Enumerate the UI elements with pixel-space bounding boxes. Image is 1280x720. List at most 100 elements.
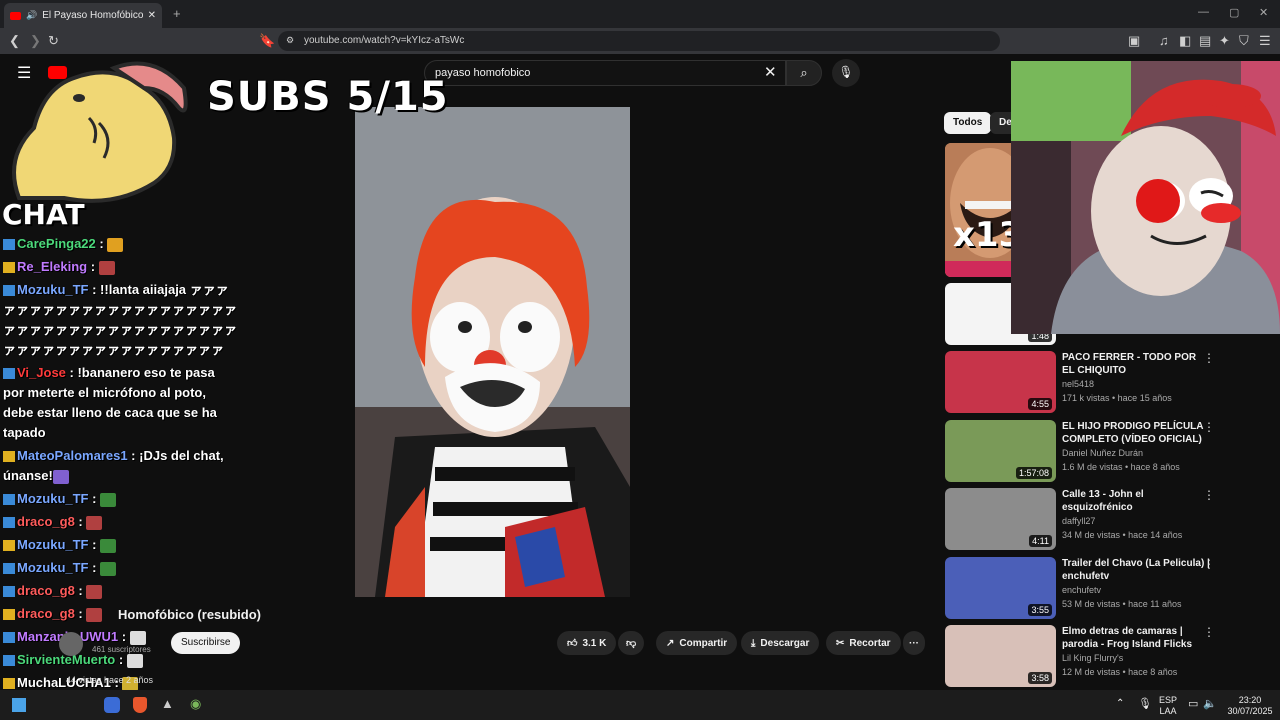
download-icon: ⤓ (751, 637, 756, 649)
sidebar-icon[interactable]: ▣ (1128, 33, 1140, 49)
more-options-icon[interactable]: ⋮ (1203, 625, 1215, 639)
download-button[interactable]: ⤓ Descargar (741, 631, 820, 655)
search-input[interactable]: payaso homofobico ✕ (424, 60, 786, 86)
start-icon[interactable] (12, 698, 26, 712)
recommendation-thumbnail[interactable]: 4:11 (945, 488, 1056, 550)
maximize-button[interactable]: ▢ (1229, 6, 1239, 19)
recommendation-channel[interactable]: daffyll27 (1062, 516, 1095, 526)
recommendation-title[interactable]: Elmo detras de camaras | parodia - Frog … (1062, 625, 1210, 651)
recommendation-thumbnail[interactable]: 3:58 (945, 625, 1056, 687)
chat-username: draco_g8 (17, 606, 75, 621)
chat-username: CarePinga22 (17, 236, 96, 251)
thumbs-up-icon: 👍︎ (567, 638, 578, 649)
mascot-overlay (12, 61, 188, 203)
recommendation-channel[interactable]: nel5418 (1062, 379, 1094, 389)
clock[interactable]: 23:20 30/07/2025 (1224, 695, 1276, 717)
brave-taskbar-icon[interactable] (133, 697, 147, 713)
more-options-icon[interactable]: ⋮ (1203, 557, 1215, 571)
chat-badge-icon (3, 655, 15, 667)
address-bar[interactable]: ⚙ youtube.com/watch?v=kYIcz-aTsWc (278, 31, 1000, 51)
recommendation-channel[interactable]: Lil King Flurry's (1062, 653, 1123, 663)
chat-emote-icon (86, 584, 103, 599)
chat-emote-icon (107, 237, 124, 252)
back-icon[interactable]: ❮ (9, 33, 20, 49)
minimize-button[interactable]: — (1198, 6, 1209, 18)
panel-icon[interactable]: ◧ (1179, 33, 1191, 49)
thumbs-down-icon: 👎︎ (626, 638, 637, 649)
tray-chevron-icon[interactable]: ⌃ (1116, 698, 1124, 709)
recommendation-channel[interactable]: enchufetv (1062, 585, 1101, 595)
recommendation-channel[interactable]: Daniel Nuñez Durán (1062, 448, 1143, 458)
chat-emote-icon (86, 515, 103, 530)
recommendation-thumbnail[interactable]: 1:57:08 (945, 420, 1056, 482)
taskbar-app-icon[interactable] (104, 697, 120, 713)
xbox-icon[interactable]: ◉ (190, 696, 201, 712)
tab-close-icon[interactable]: ✕ (148, 10, 156, 21)
close-window-button[interactable]: ✕ (1259, 6, 1268, 19)
forward-icon[interactable]: ❯ (30, 33, 41, 49)
video-player[interactable] (355, 107, 630, 597)
more-actions-button[interactable]: ··· (903, 631, 925, 655)
subscribe-button[interactable]: Suscribirse (171, 632, 241, 654)
chat-badge-icon (3, 517, 15, 529)
recommendation-item[interactable]: 4:55 PACO FERRER - TODO POR EL CHIQUITO ne… (945, 351, 1275, 415)
chat-badge-icon (3, 632, 15, 644)
tray-mic-icon[interactable]: 🎙 (1138, 697, 1152, 710)
recommendation-meta: 53 M de vistas • hace 11 años (1062, 599, 1182, 609)
more-options-icon[interactable]: ⋮ (1203, 351, 1215, 365)
recommendation-title[interactable]: PACO FERRER - TODO POR EL CHIQUITO (1062, 351, 1210, 377)
leo-icon[interactable]: ✦ (1219, 33, 1230, 49)
network-icon[interactable]: ▭ (1188, 697, 1198, 710)
chat-username: draco_g8 (17, 583, 75, 598)
chat-badge-icon (3, 563, 15, 575)
more-options-icon[interactable]: ⋮ (1203, 488, 1215, 502)
streamer-webcam-image (1011, 61, 1280, 334)
dislike-button[interactable]: 👎︎ (618, 631, 645, 655)
microphone-icon: 🎙 (838, 65, 854, 79)
site-info-icon[interactable]: ⚙ (286, 35, 294, 46)
share-button[interactable]: ↗ Compartir (656, 631, 738, 655)
chat-text: : (74, 514, 87, 529)
clip-button[interactable]: ✂ Recortar (826, 631, 901, 655)
volume-icon[interactable]: 🔈 (1203, 697, 1217, 710)
voice-search-button[interactable]: 🎙 (832, 59, 860, 87)
keyboard-language[interactable]: ESP LAA (1156, 695, 1180, 717)
more-options-icon[interactable]: ⋮ (1203, 420, 1215, 434)
chat-text: : (74, 583, 87, 598)
chip-todos[interactable]: Todos (944, 112, 992, 134)
chat-emote-icon (100, 561, 117, 576)
chat-badge-icon (3, 540, 15, 552)
recommendation-thumbnail[interactable]: 4:55 (945, 351, 1056, 413)
menu-icon[interactable]: ☰ (1259, 33, 1271, 49)
chat-username: MateoPalomares1 (17, 448, 128, 463)
chat-message: Re_Eleking : (0, 257, 240, 277)
recommendation-title[interactable]: Trailer del Chavo (La Pelicula) | enchuf… (1062, 557, 1210, 583)
lang-secondary: LAA (1159, 706, 1177, 716)
clear-search-icon[interactable]: ✕ (764, 63, 777, 81)
duration-badge: 3:58 (1028, 672, 1052, 684)
recommendation-item[interactable]: 3:55 Trailer del Chavo (La Pelicula) | en… (945, 557, 1275, 621)
wallet-icon[interactable]: ▤ (1199, 33, 1211, 49)
channel-avatar[interactable] (59, 632, 83, 656)
bookmark-icon[interactable]: 🔖 (259, 33, 275, 49)
recommendation-thumbnail[interactable]: 3:55 (945, 557, 1056, 619)
chat-badge-icon (3, 678, 15, 690)
chat-badge-icon (3, 368, 15, 380)
triangle-app-icon[interactable]: ▲ (161, 696, 174, 711)
search-button[interactable]: ⌕ (786, 60, 822, 86)
new-tab-button[interactable]: + (173, 6, 181, 21)
vpn-icon[interactable]: ⛉ (1239, 33, 1249, 49)
chat-username: Mozuku_TF (17, 560, 89, 575)
recommendation-item[interactable]: 4:11 Calle 13 - John el esquizofrénico daf… (945, 488, 1275, 552)
like-button[interactable]: 👍︎ 3.1 K (557, 631, 617, 655)
recommendation-meta: 1.6 M de vistas • hace 8 años (1062, 462, 1180, 472)
duration-badge: 1:57:08 (1015, 467, 1052, 479)
recommendation-meta: 34 M de vistas • hace 14 años (1062, 530, 1183, 540)
recommendation-title[interactable]: Calle 13 - John el esquizofrénico (1062, 488, 1210, 514)
music-icon[interactable]: ♫ (1159, 33, 1169, 48)
recommendation-title[interactable]: EL HIJO PRODIGO PELÍCULA COMPLETO (VÍDEO… (1062, 420, 1210, 446)
reload-icon[interactable]: ↻ (48, 33, 59, 49)
recommendation-item[interactable]: 3:58 Elmo detras de camaras | parodia - F… (945, 625, 1275, 689)
browser-tab[interactable]: 🔊 El Payaso Homofóbico (resubido) ✕ (4, 3, 162, 28)
recommendation-item[interactable]: 1:57:08 EL HIJO PRODIGO PELÍCULA COMPLETO… (945, 420, 1275, 484)
